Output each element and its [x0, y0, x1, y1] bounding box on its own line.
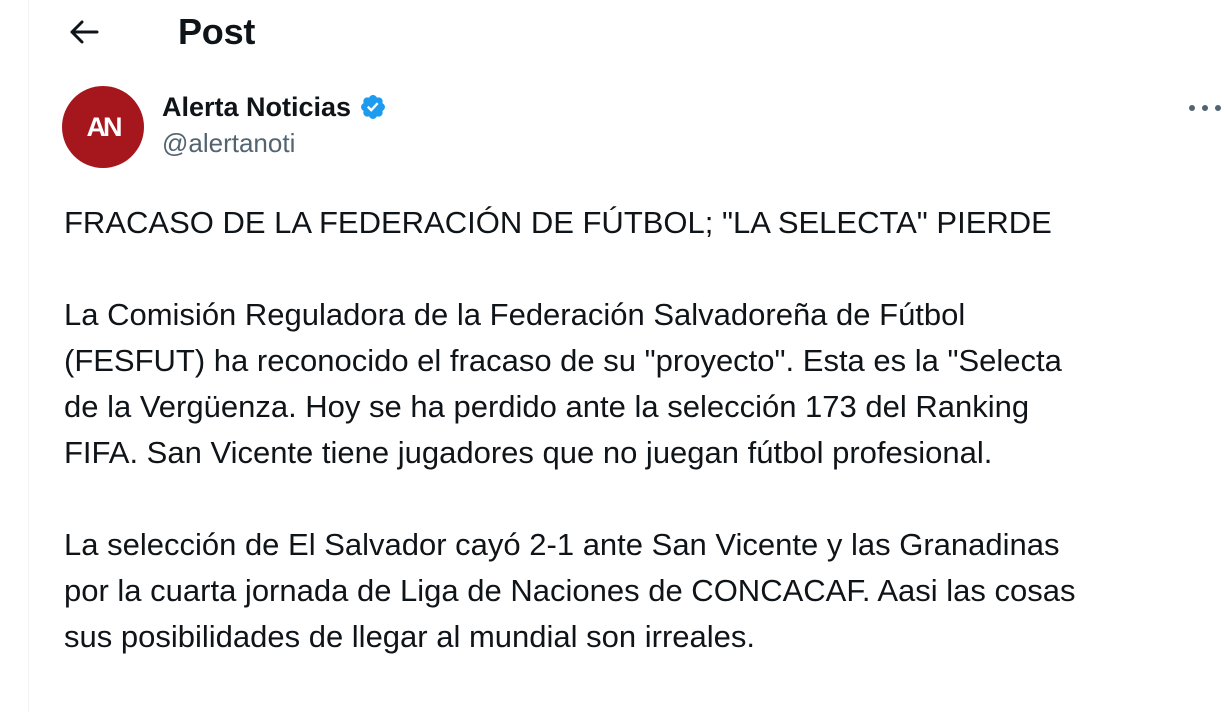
author-handle[interactable]: @alertanoti [162, 128, 387, 159]
tweet-paragraph: FRACASO DE LA FEDERACIÓN DE FÚTBOL; "LA … [64, 200, 1214, 246]
page-title: Post [178, 11, 256, 52]
tweet-line: La selección de El Salvador cayó 2-1 ant… [64, 527, 1060, 562]
avatar-initials: AN [86, 111, 123, 142]
tweet-line: por la cuarta jornada de Liga de Nacione… [64, 573, 1076, 608]
author-name-row: Alerta Noticias [162, 88, 387, 126]
tweet-paragraph: La Comisión Reguladora de la Federación … [64, 292, 1214, 476]
back-button[interactable] [60, 8, 108, 56]
tweet-line: FIFA. San Vicente tiene jugadores que no… [64, 435, 993, 470]
tweet-line: (FESFUT) ha reconocido el fracaso de su … [64, 343, 1062, 378]
tweet-text: FRACASO DE LA FEDERACIÓN DE FÚTBOL; "LA … [64, 200, 1214, 706]
tweet-line: de la Vergüenza. Hoy se ha perdido ante … [64, 389, 1030, 424]
page-header: Post [60, 0, 255, 64]
author-info: Alerta Noticias @alertanoti [162, 88, 387, 159]
arrow-left-icon [70, 20, 99, 44]
more-options-button[interactable] [1186, 92, 1224, 124]
tweet-line: La Comisión Reguladora de la Federación … [64, 297, 966, 332]
column-border [28, 0, 29, 712]
tweet-line: FRACASO DE LA FEDERACIÓN DE FÚTBOL; "LA … [64, 205, 1052, 240]
verified-badge-icon [361, 95, 386, 119]
more-horizontal-icon [1189, 105, 1221, 111]
avatar[interactable]: AN [62, 86, 144, 168]
author-display-name[interactable]: Alerta Noticias [162, 92, 351, 123]
tweet-paragraph: La selección de El Salvador cayó 2-1 ant… [64, 522, 1214, 660]
tweet-line: sus posibilidades de llegar al mundial s… [64, 619, 755, 654]
